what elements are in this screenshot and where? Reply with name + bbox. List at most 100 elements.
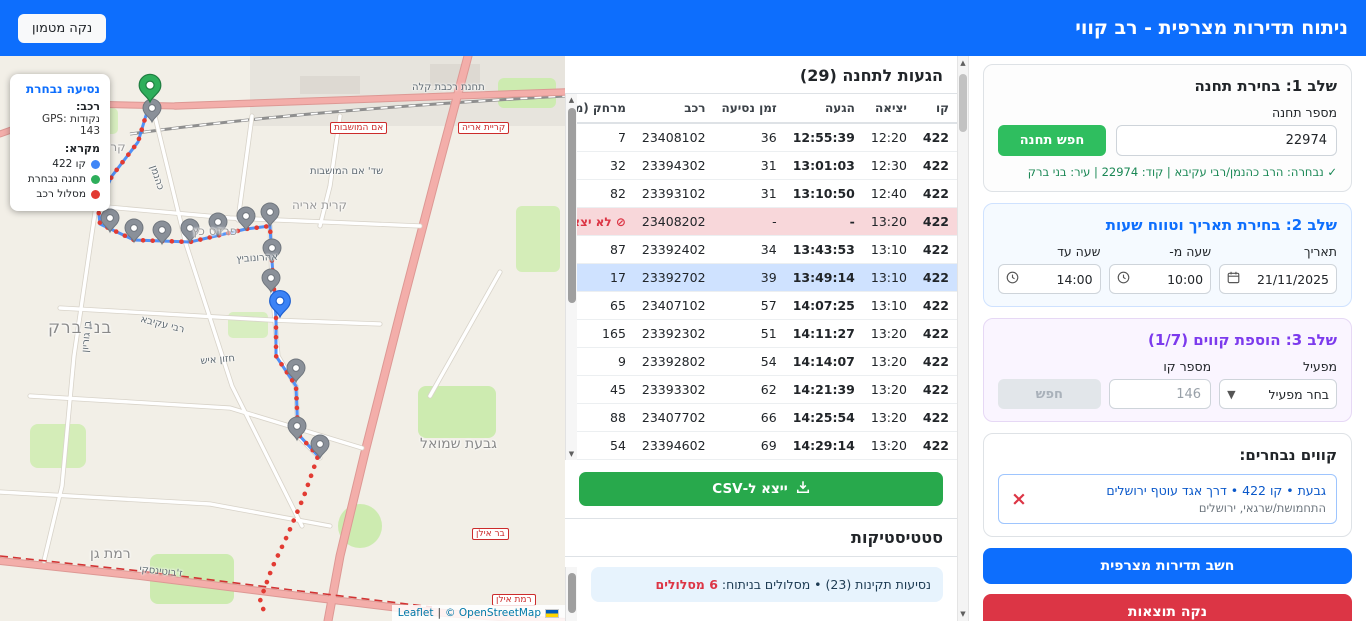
time-from-label: שעה מ- <box>1109 244 1212 259</box>
search-line-button[interactable]: חפש <box>998 379 1101 409</box>
export-csv-button[interactable]: ייצא ל-CSV <box>579 472 943 506</box>
app-window: ניתוח תדירות מצרפית - רב קווי נקה מטמון … <box>0 0 1366 621</box>
cell-arrival: 14:21:39 <box>785 376 863 404</box>
search-station-button[interactable]: חפש תחנה <box>998 125 1106 156</box>
table-scrollbar-thumb[interactable] <box>568 108 576 303</box>
cell-departure: 13:10 <box>863 236 915 264</box>
cell-vehicle: 23407102 <box>634 292 714 320</box>
station-number-label: מספר תחנה <box>998 105 1337 120</box>
arrivals-title: הגעות לתחנה (29) <box>565 56 957 94</box>
column-header-arrival[interactable]: הגעה <box>785 94 863 123</box>
legend-dot-icon <box>91 190 100 199</box>
line-number-label: מספר קו <box>1109 359 1212 374</box>
table-row[interactable]: 42213:1014:07:2557234071026518:11 <box>565 292 957 320</box>
table-row[interactable]: 42213:2014:21:3962233933024507:32 <box>565 376 957 404</box>
osm-link[interactable]: © OpenStreetMap <box>445 607 541 619</box>
map-legend-list: קו 422תחנה נבחרתמסלול רכב <box>20 158 100 200</box>
selected-line-subtitle: התחמושת/שרגאי, ירושלים <box>1106 500 1326 516</box>
cell-line: 422 <box>915 236 957 264</box>
statistics-summary-text: נסיעות תקינות (23) • מסלולים בניתוח: <box>718 577 931 592</box>
table-row[interactable]: 42212:2012:55:393623408102707:58 <box>565 123 957 152</box>
step1-title: שלב 1: בחירת תחנה <box>998 77 1337 95</box>
table-row[interactable]: 42213:2014:25:5466234077028804:15 <box>565 404 957 432</box>
calculate-frequency-button[interactable]: חשב תדירות מצרפית <box>983 548 1352 584</box>
legend-key-label: מקרא: <box>20 142 100 155</box>
table-row[interactable]: 42212:4013:10:5031233931028209:47 <box>565 180 957 208</box>
table-row[interactable]: 42213:2014:11:27512339230216504:02 <box>565 320 957 348</box>
statistics-scrollbar-thumb[interactable] <box>568 573 576 613</box>
step1-card: שלב 1: בחירת תחנה מספר תחנה חפש תחנה ✓ נ… <box>983 64 1352 192</box>
map-legend-card: נסיעה נבחרת רכב: נקודות GPS: 143 מקרא: ק… <box>10 74 110 211</box>
cell-travel_time: - <box>714 208 785 236</box>
cell-vehicle: 23394302 <box>634 152 714 180</box>
statistics-scrollbar[interactable] <box>565 567 577 621</box>
table-row[interactable]: 42213:2014:29:1469233946025403:20 <box>565 432 957 460</box>
column-header-departure[interactable]: יציאה <box>863 94 915 123</box>
cell-travel_time: 39 <box>714 264 785 292</box>
cell-departure: 12:30 <box>863 152 915 180</box>
control-panel: שלב 1: בחירת תחנה מספר תחנה חפש תחנה ✓ נ… <box>969 56 1366 621</box>
download-icon <box>796 480 810 498</box>
time-from-input[interactable]: 10:00 <box>1109 264 1212 294</box>
step2-card: שלב 2: בחירת תאריך וטווח שעות תאריך 21/1… <box>983 203 1352 307</box>
cell-arrival: 14:29:14 <box>785 432 863 460</box>
cell-arrival: 13:10:50 <box>785 180 863 208</box>
legend-vehicle-label: רכב: <box>20 100 100 113</box>
scroll-down-arrow-icon[interactable]: ▼ <box>958 610 968 618</box>
cell-vehicle: 23392402 <box>634 236 714 264</box>
cell-line: 422 <box>915 123 957 152</box>
chevron-down-icon: ▼ <box>1227 388 1235 401</box>
arrivals-body: 42212:2012:55:393623408102707:5842212:30… <box>565 123 957 460</box>
leaflet-link[interactable]: Leaflet <box>398 607 434 619</box>
operator-selected-value: בחר מפעיל <box>1269 387 1329 402</box>
legend-item: קו 422 <box>20 158 100 170</box>
legend-item: תחנה נבחרת <box>20 173 100 185</box>
line-number-input[interactable] <box>1109 379 1212 409</box>
cell-departure: 12:40 <box>863 180 915 208</box>
operator-select[interactable]: בחר מפעיל ▼ <box>1219 379 1337 409</box>
table-row[interactable]: 42213:1013:43:5334233924028733:03 <box>565 236 957 264</box>
clock-icon <box>1117 271 1130 287</box>
export-csv-label: ייצא ל-CSV <box>712 481 787 497</box>
legend-dot-icon <box>91 175 100 184</box>
time-from-value: 10:00 <box>1167 272 1203 287</box>
cell-travel_time: 51 <box>714 320 785 348</box>
time-to-input[interactable]: 14:00 <box>998 264 1101 294</box>
scroll-up-arrow-icon[interactable]: ▲ <box>958 59 968 67</box>
cell-departure: 13:20 <box>863 348 915 376</box>
cell-departure: 12:20 <box>863 123 915 152</box>
column-header-line[interactable]: קו <box>915 94 957 123</box>
table-scrollbar[interactable]: ▲ ▼ <box>565 94 577 460</box>
remove-line-button[interactable]: × <box>1009 490 1029 509</box>
legend-item-label: קו 422 <box>52 158 86 170</box>
station-confirmation: ✓ נבחרה: הרב כהנמן/רבי עקיבא | קוד: 2297… <box>998 165 1337 179</box>
selected-line-title: גבעת • קו 422 • דרך אגד עוטף ירושלים <box>1106 482 1326 500</box>
cell-line: 422 <box>915 432 957 460</box>
column-header-travel_time[interactable]: זמן נסיעה <box>714 94 785 123</box>
legend-dot-icon <box>91 160 100 169</box>
scroll-down-arrow-icon[interactable]: ▼ <box>566 450 577 458</box>
date-input[interactable]: 21/11/2025 <box>1219 264 1337 294</box>
scroll-up-arrow-icon[interactable]: ▲ <box>566 96 577 104</box>
cell-arrival: 14:25:54 <box>785 404 863 432</box>
arrivals-panel: הגעות לתחנה (29) ▲ ▼ קויציאההגעהזמן נסיע… <box>565 56 957 621</box>
table-row[interactable]: 42212:3013:01:0331233943023205:24 <box>565 152 957 180</box>
arrivals-table-container: ▲ ▼ קויציאההגעהזמן נסיעהרכבמרחק (מ')הפרש… <box>565 94 957 460</box>
table-row[interactable]: 42213:20--23408202⊘ לא יצא- <box>565 208 957 236</box>
step2-title: שלב 2: בחירת תאריך וטווח שעות <box>998 216 1337 234</box>
clear-cache-button[interactable]: נקה מטמון <box>18 14 106 43</box>
station-number-input[interactable] <box>1116 125 1337 156</box>
cell-line: 422 <box>915 180 957 208</box>
table-row[interactable]: 42213:1013:49:1439233927021705:21 <box>565 264 957 292</box>
panel-scrollbar[interactable]: ▲ ▼ <box>957 56 969 621</box>
map[interactable]: בני ברקרמת גןגבעת שמואלקרית אריהפרדס כץק… <box>0 56 565 621</box>
cell-line: 422 <box>915 376 957 404</box>
cell-travel_time: 62 <box>714 376 785 404</box>
scrollbar-thumb[interactable] <box>959 74 967 132</box>
page-title: ניתוח תדירות מצרפית - רב קווי <box>1075 17 1348 39</box>
column-header-vehicle[interactable]: רכב <box>634 94 714 123</box>
statistics-summary: נסיעות תקינות (23) • מסלולים בניתוח: 6 מ… <box>591 567 943 602</box>
cell-departure: 13:20 <box>863 376 915 404</box>
clear-results-button[interactable]: נקה תוצאות <box>983 594 1352 621</box>
table-row[interactable]: 42213:2014:14:075423392802902:40 <box>565 348 957 376</box>
